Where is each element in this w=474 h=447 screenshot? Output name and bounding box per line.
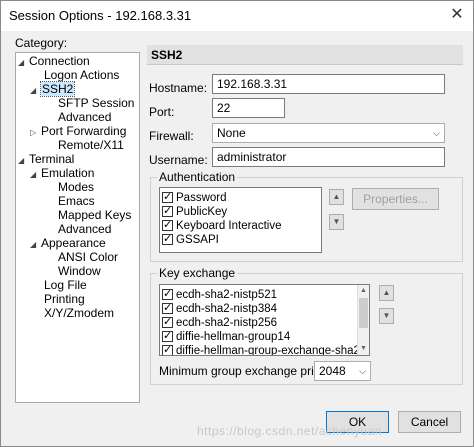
tree-item-xyzmodem[interactable]: X/Y/Zmodem <box>44 307 114 320</box>
scroll-down-icon[interactable]: ▼ <box>358 343 369 355</box>
checkbox[interactable] <box>162 232 173 246</box>
checkbox[interactable] <box>162 343 173 355</box>
collapse-toggle-icon[interactable]: ◢ <box>30 168 41 181</box>
username-input[interactable]: administrator <box>212 147 445 167</box>
move-up-button[interactable]: ▲ <box>379 285 394 301</box>
firewall-select[interactable]: None ⌵ <box>212 123 445 143</box>
category-tree: ◢ Connection Logon Actions ◢ SSH2 SFTP Ses… <box>15 52 140 403</box>
checkbox[interactable] <box>162 301 173 315</box>
list-item[interactable]: diffie-hellman-group-exchange-sha256 <box>160 343 369 355</box>
chevron-down-icon: ⌵ <box>433 128 440 138</box>
hostname-label: Hostname: <box>149 81 208 95</box>
checkbox[interactable] <box>162 315 173 329</box>
tree-item-window[interactable]: Window <box>58 265 101 278</box>
title-bar: Session Options - 192.168.3.31 ✕ <box>1 1 473 31</box>
move-up-button[interactable]: ▲ <box>329 189 344 205</box>
list-item[interactable]: GSSAPI <box>160 232 321 247</box>
list-item[interactable]: Keyboard Interactive <box>160 218 321 233</box>
scrollbar[interactable]: ▲ ▼ <box>357 285 369 355</box>
list-item[interactable]: Password <box>160 190 321 205</box>
list-item[interactable]: ecdh-sha2-nistp521 <box>160 287 369 302</box>
collapse-toggle-icon[interactable]: ◢ <box>30 238 41 251</box>
scroll-up-icon[interactable]: ▲ <box>358 285 369 297</box>
tree-item-connection[interactable]: ◢ Connection <box>18 55 90 68</box>
tree-item-printing[interactable]: Printing <box>44 293 85 306</box>
collapse-toggle-icon[interactable]: ◢ <box>18 154 29 167</box>
list-item[interactable]: PublicKey <box>160 204 321 219</box>
tree-item-emacs[interactable]: Emacs <box>58 195 95 208</box>
collapse-toggle-icon[interactable]: ◢ <box>18 56 29 69</box>
tree-item-port-forwarding[interactable]: ▷ Port Forwarding <box>30 125 126 138</box>
tree-item-remote-x11[interactable]: Remote/X11 <box>58 139 124 152</box>
window-title: Session Options - 192.168.3.31 <box>9 8 192 23</box>
chevron-down-icon: ⌵ <box>359 366 366 376</box>
key-exchange-list[interactable]: ecdh-sha2-nistp521 ecdh-sha2-nistp384 ec… <box>159 284 370 356</box>
tree-item-mapped-keys[interactable]: Mapped Keys <box>58 209 131 222</box>
checkbox[interactable] <box>162 329 173 343</box>
port-label: Port: <box>149 105 175 119</box>
authentication-group: Authentication Password PublicKey Keyboa… <box>150 170 463 262</box>
panel-header: SSH2 <box>147 45 463 65</box>
firewall-label: Firewall: <box>149 129 194 143</box>
tree-item-emulation[interactable]: ◢ Emulation <box>30 167 94 180</box>
list-item[interactable]: ecdh-sha2-nistp384 <box>160 301 369 316</box>
tree-item-log-file[interactable]: Log File <box>44 279 87 292</box>
tree-item-ansi-color[interactable]: ANSI Color <box>58 251 118 264</box>
tree-item-emulation-advanced[interactable]: Advanced <box>58 223 111 236</box>
authentication-list[interactable]: Password PublicKey Keyboard Interactive … <box>159 187 322 253</box>
move-down-button[interactable]: ▼ <box>379 308 394 324</box>
collapse-toggle-icon[interactable]: ◢ <box>30 84 41 97</box>
cancel-button[interactable]: Cancel <box>398 411 461 433</box>
session-options-dialog: Session Options - 192.168.3.31 ✕ Categor… <box>0 0 474 447</box>
min-group-value: 2048 <box>319 364 346 378</box>
tree-item-modes[interactable]: Modes <box>58 181 94 194</box>
list-item[interactable]: ecdh-sha2-nistp256 <box>160 315 369 330</box>
watermark: https://blog.csdn.net/achenyuan <box>197 424 382 438</box>
list-item[interactable]: diffie-hellman-group14 <box>160 329 369 344</box>
key-exchange-group: Key exchange ecdh-sha2-nistp521 ecdh-sha… <box>150 266 463 385</box>
close-icon[interactable]: ✕ <box>447 7 467 23</box>
checkbox[interactable] <box>162 190 173 204</box>
checkbox[interactable] <box>162 218 173 232</box>
tree-item-ssh2-advanced[interactable]: Advanced <box>58 111 111 124</box>
tree-item-logon-actions[interactable]: Logon Actions <box>44 69 119 82</box>
scroll-thumb[interactable] <box>359 298 368 328</box>
tree-item-terminal[interactable]: ◢ Terminal <box>18 153 74 166</box>
tree-item-sftp-session[interactable]: SFTP Session <box>58 97 134 110</box>
tree-item-ssh2[interactable]: ◢ SSH2 <box>30 81 76 97</box>
checkbox[interactable] <box>162 204 173 218</box>
checkbox[interactable] <box>162 287 173 301</box>
category-label: Category: <box>15 36 68 50</box>
expand-toggle-icon[interactable]: ▷ <box>30 126 41 139</box>
key-exchange-title: Key exchange <box>157 266 238 280</box>
authentication-title: Authentication <box>157 170 238 184</box>
min-group-select[interactable]: 2048 ⌵ <box>314 361 371 381</box>
move-down-button[interactable]: ▼ <box>329 214 344 230</box>
properties-button[interactable]: Properties... <box>352 188 439 210</box>
port-input[interactable]: 22 <box>212 98 285 118</box>
firewall-value: None <box>217 126 246 140</box>
tree-item-appearance[interactable]: ◢ Appearance <box>30 237 106 250</box>
hostname-input[interactable]: 192.168.3.31 <box>212 74 445 94</box>
username-label: Username: <box>149 153 208 167</box>
